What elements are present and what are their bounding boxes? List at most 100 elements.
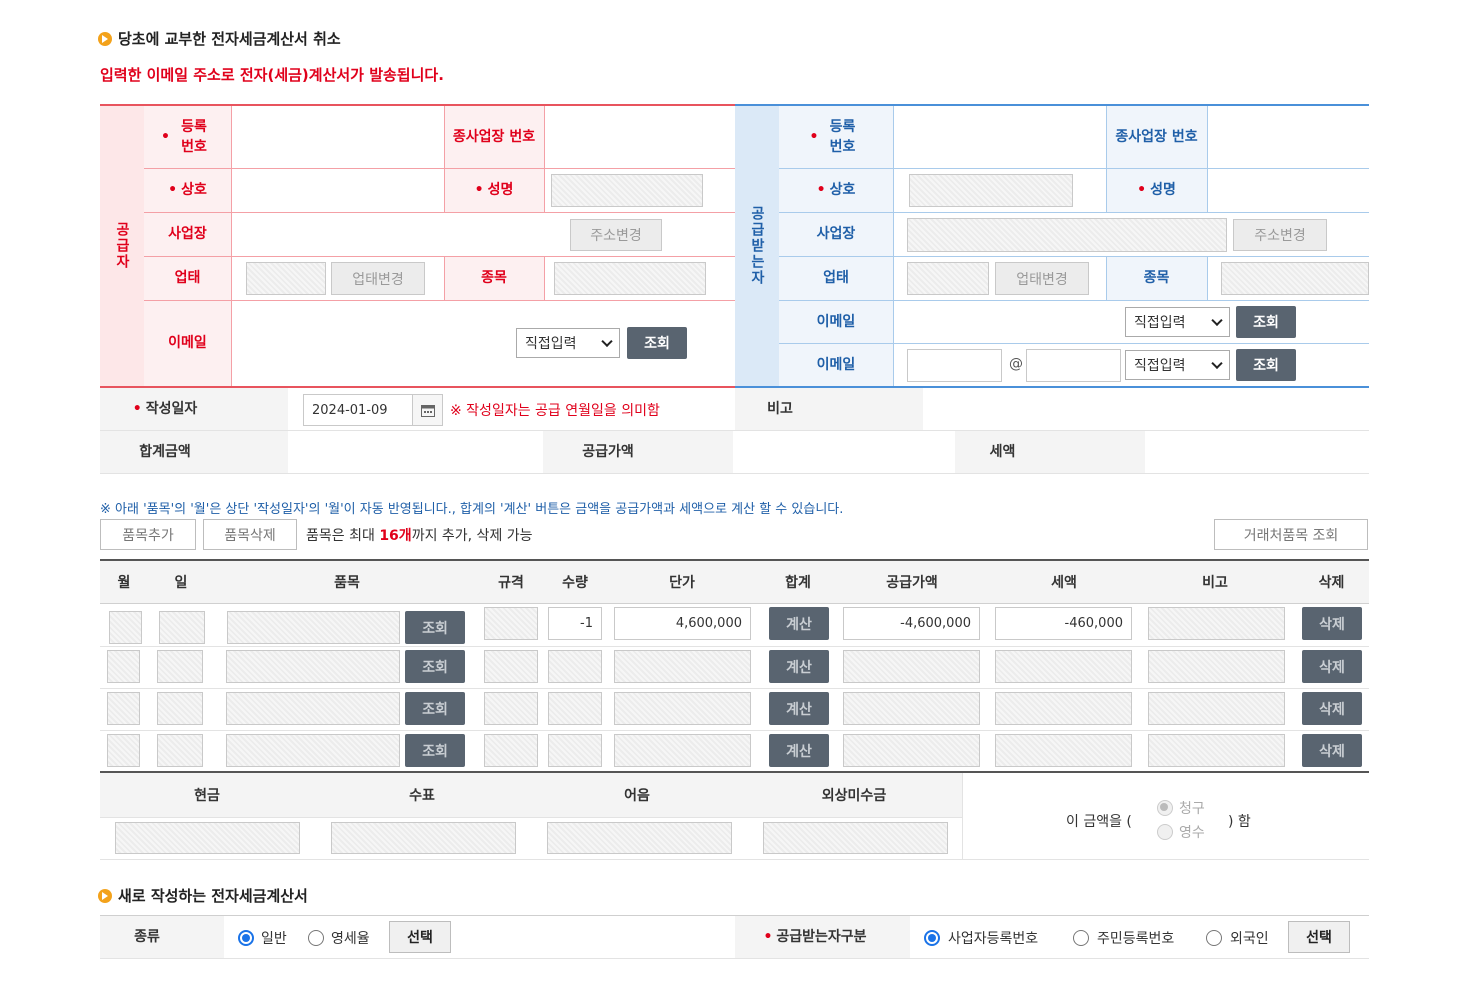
at-sign: @ [1009, 356, 1023, 372]
receiver-email2-domain-select[interactable]: 직접입력 [1125, 350, 1230, 380]
chevron-down-icon [1211, 357, 1223, 370]
spec-field[interactable] [484, 734, 538, 767]
tax-input[interactable]: -460,000 [995, 607, 1132, 640]
receiver-biz-type-field[interactable] [907, 262, 989, 295]
check-field[interactable] [331, 822, 516, 854]
month-field[interactable] [107, 650, 140, 683]
supplier-biz-type-field[interactable] [246, 262, 326, 295]
credit-field[interactable] [763, 822, 948, 854]
unit-price-field[interactable] [614, 692, 751, 725]
tax-field[interactable] [995, 692, 1132, 725]
remark-field[interactable] [1148, 734, 1285, 767]
spec-field[interactable] [484, 692, 538, 725]
supplier-biz-type-change-button[interactable]: 업태변경 [331, 262, 425, 295]
day-field[interactable] [157, 650, 203, 683]
email-notice: 입력한 이메일 주소로 전자(세금)계산서가 발송됩니다. [100, 66, 444, 84]
supply-field[interactable] [843, 650, 980, 683]
unit-price-field[interactable] [614, 650, 751, 683]
supplier-email-domain-select[interactable]: 직접입력 [516, 328, 620, 358]
supplier-name-field[interactable] [551, 174, 703, 207]
type-normal-radio[interactable] [238, 930, 254, 946]
supply-field[interactable] [843, 734, 980, 767]
tax-field[interactable] [995, 734, 1132, 767]
month-field[interactable] [107, 692, 140, 725]
item-name-field[interactable] [226, 734, 400, 767]
item-lookup-button[interactable]: 조회 [405, 734, 465, 767]
receiver-email-lookup-button[interactable]: 조회 [1236, 306, 1296, 338]
receipt-radio[interactable] [1157, 824, 1173, 840]
item-lookup-button[interactable]: 조회 [405, 650, 465, 683]
type-select-button[interactable]: 선택 [389, 921, 451, 953]
qty-field[interactable] [548, 692, 602, 725]
receiver-item-field[interactable] [1221, 262, 1369, 295]
supplier-item-field[interactable] [554, 262, 706, 295]
item-name-field[interactable] [227, 611, 400, 644]
receiver-reg-no-label: 등록 번호 [785, 112, 887, 162]
item-name-field[interactable] [226, 692, 400, 725]
tax-field[interactable] [995, 650, 1132, 683]
receiver-address-field[interactable] [907, 218, 1227, 252]
cash-field[interactable] [115, 822, 300, 854]
write-date-input[interactable]: 2024-01-09 [303, 394, 413, 426]
supplier-address-change-button[interactable]: 주소변경 [570, 219, 662, 251]
delete-item-button[interactable]: 품목삭제 [203, 519, 297, 550]
month-field[interactable] [107, 734, 140, 767]
receiver-type-select-button[interactable]: 선택 [1288, 921, 1350, 953]
calc-button[interactable]: 계산 [769, 692, 829, 725]
supplier-side-label: 공급자 [114, 222, 130, 270]
write-date-label: 작성일자 [100, 388, 230, 430]
unit-price-input[interactable]: 4,600,000 [614, 607, 751, 640]
calc-button[interactable]: 계산 [769, 650, 829, 683]
calc-button[interactable]: 계산 [769, 607, 829, 640]
receiver-email2-label: 이메일 [816, 357, 856, 373]
line [100, 958, 1369, 959]
supplier-trade-name-label: 상호 [150, 170, 225, 210]
qty-field[interactable] [548, 650, 602, 683]
receiver-type-biz-radio[interactable] [924, 930, 940, 946]
calendar-button[interactable] [413, 394, 443, 426]
qty-input[interactable]: -1 [548, 607, 602, 640]
remark-field[interactable] [1148, 692, 1285, 725]
day-field[interactable] [157, 692, 203, 725]
receiver-email2-domain-input[interactable] [1026, 349, 1121, 382]
receiver-type-foreigner-radio[interactable] [1206, 930, 1222, 946]
day-field[interactable] [159, 611, 205, 644]
item-lookup-button[interactable]: 조회 [405, 611, 465, 644]
receiver-biz-type-change-button[interactable]: 업태변경 [995, 262, 1089, 295]
qty-field[interactable] [548, 734, 602, 767]
receiver-email-label: 이메일 [816, 314, 856, 330]
receiver-trade-name-field[interactable] [909, 174, 1073, 207]
calc-button[interactable]: 계산 [769, 734, 829, 767]
receiver-name-label-text: 성명 [1150, 182, 1176, 198]
receiver-address-change-button[interactable]: 주소변경 [1233, 219, 1327, 251]
remark-field[interactable] [1148, 607, 1285, 640]
receiver-sub-biz-label: 종사업장 번호 [1115, 129, 1198, 145]
supply-input[interactable]: -4,600,000 [843, 607, 980, 640]
receiver-type-label: 공급받는자구분 [735, 916, 895, 958]
col-day: 일 [174, 575, 188, 591]
item-lookup-button[interactable]: 조회 [405, 692, 465, 725]
partner-item-lookup-button[interactable]: 거래처품목 조회 [1214, 519, 1368, 550]
supplier-email-lookup-button[interactable]: 조회 [627, 327, 687, 359]
receiver-email2-id-input[interactable] [907, 349, 1002, 382]
type-zero-radio[interactable] [308, 930, 324, 946]
day-field[interactable] [157, 734, 203, 767]
remark-field[interactable] [1148, 650, 1285, 683]
chevron-down-icon [601, 335, 613, 348]
row-delete-button[interactable]: 삭제 [1302, 607, 1362, 640]
receiver-email2-lookup-button[interactable]: 조회 [1236, 349, 1296, 381]
supply-field[interactable] [843, 692, 980, 725]
spec-field[interactable] [484, 607, 538, 640]
note-field[interactable] [547, 822, 732, 854]
month-field[interactable] [109, 611, 142, 644]
item-name-field[interactable] [226, 650, 400, 683]
claim-radio[interactable] [1157, 800, 1173, 816]
receiver-email-domain-select[interactable]: 직접입력 [1125, 307, 1230, 337]
receiver-type-resident-radio[interactable] [1073, 930, 1089, 946]
row-delete-button[interactable]: 삭제 [1302, 650, 1362, 683]
unit-price-field[interactable] [614, 734, 751, 767]
row-delete-button[interactable]: 삭제 [1302, 734, 1362, 767]
spec-field[interactable] [484, 650, 538, 683]
add-item-button[interactable]: 품목추가 [100, 519, 196, 550]
row-delete-button[interactable]: 삭제 [1302, 692, 1362, 725]
